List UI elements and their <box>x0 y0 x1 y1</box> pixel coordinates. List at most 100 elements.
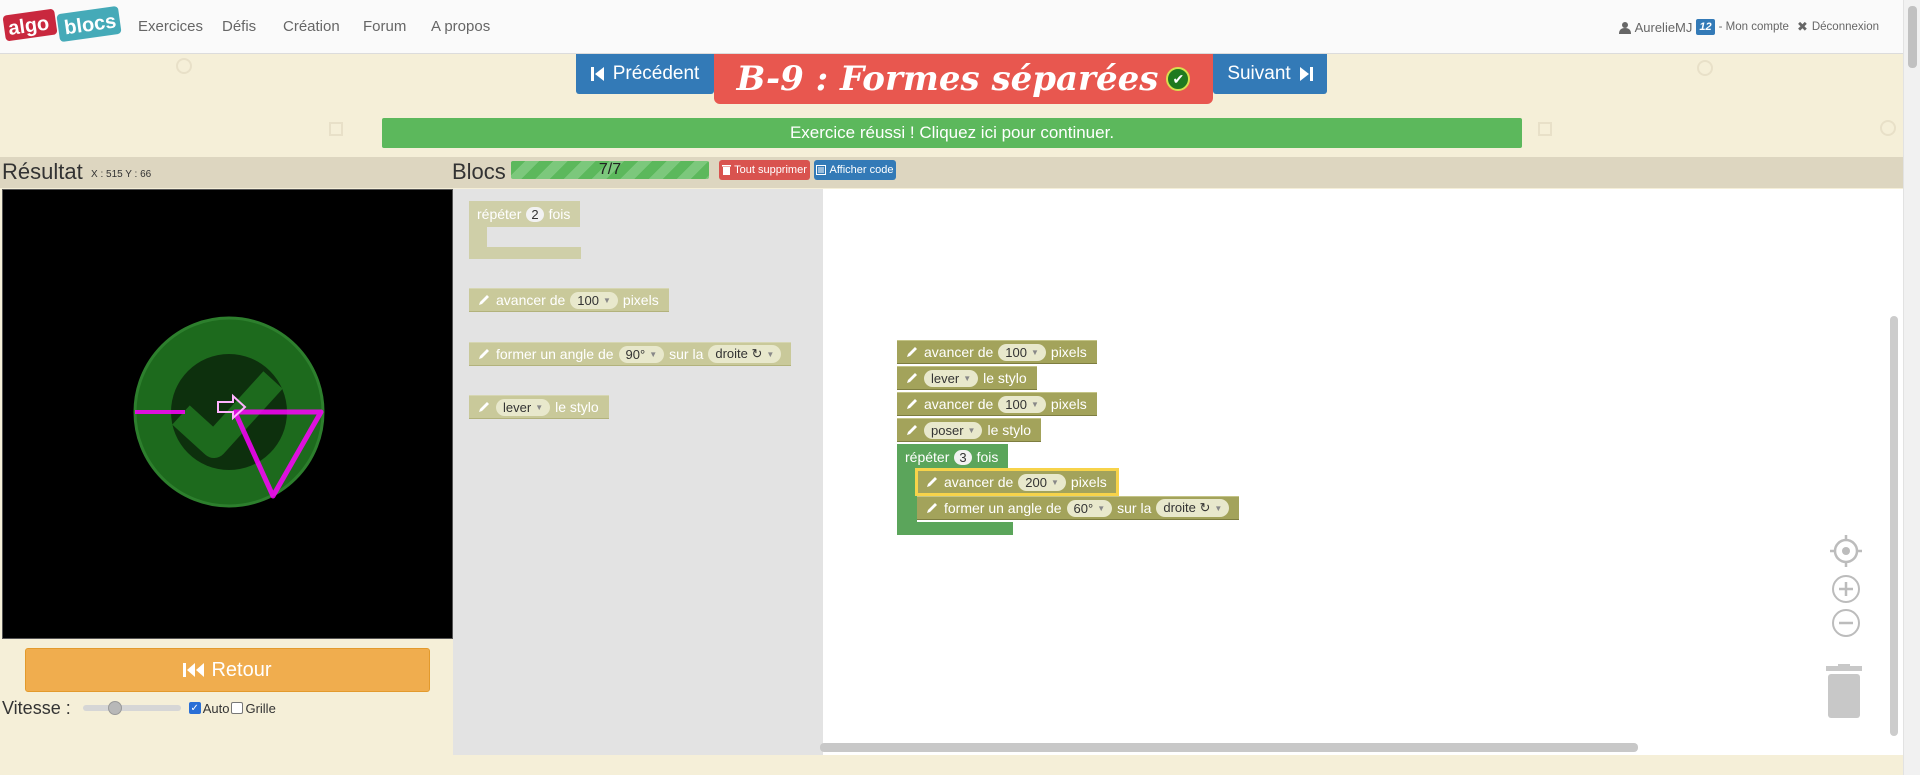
pencil-icon <box>907 373 917 383</box>
previous-button[interactable]: Précédent <box>576 54 714 94</box>
result-title: Résultat <box>2 159 83 184</box>
blocks-title: Blocs <box>452 159 506 184</box>
repeat-suffix: fois <box>548 206 571 222</box>
program-forward-block-2[interactable]: avancer de 100 ▼ pixels <box>897 392 1097 416</box>
toolbox-repeat-block[interactable]: répéter 2 fois <box>469 201 581 227</box>
exercise-title-text: B-9 : Formes séparées <box>736 59 1159 99</box>
username[interactable]: AurelieMJ <box>1635 20 1693 35</box>
grid-label: Grille <box>245 700 276 716</box>
forward-value[interactable]: 100 ▼ <box>570 291 618 309</box>
turn-angle[interactable]: 90° ▼ <box>618 345 665 363</box>
repeat-count[interactable]: 2 <box>526 206 544 222</box>
next-button[interactable]: Suivant <box>1213 54 1327 94</box>
trash-icon <box>722 165 732 175</box>
show-code-button[interactable]: Afficher code <box>814 160 896 180</box>
toolbox-turn-block[interactable]: former un angle de 90° ▼ sur la droite ↻ ▼ <box>469 342 792 366</box>
pencil-icon <box>907 347 917 357</box>
turn-angle[interactable]: 60° ▼ <box>1066 499 1113 517</box>
pencil-icon <box>479 349 489 359</box>
workspace-vertical-scrollbar[interactable] <box>1890 316 1898 736</box>
check-badge-icon: ✔ <box>1166 67 1191 91</box>
delete-all-button[interactable]: Tout supprimer <box>719 160 810 180</box>
pen-state-text: lever <box>503 399 532 415</box>
forward-unit: pixels <box>622 292 659 308</box>
program-repeat-footer <box>897 522 1013 535</box>
grid-checkbox-box[interactable] <box>231 702 244 714</box>
retour-button[interactable]: Retour <box>25 648 430 692</box>
forward-value[interactable]: 100 ▼ <box>998 343 1046 361</box>
dropdown-arrow-icon: ▼ <box>967 425 976 435</box>
grid-checkbox[interactable]: Grille <box>231 700 276 716</box>
account-link[interactable]: - Mon compte <box>1719 21 1789 33</box>
skip-forward-icon <box>1299 67 1313 81</box>
toolbox-forward-block[interactable]: avancer de 100 ▼ pixels <box>469 288 669 312</box>
dropdown-arrow-icon: ▼ <box>535 402 544 412</box>
forward-label: avancer de <box>924 396 994 412</box>
program-pen-up-block[interactable]: lever ▼ le stylo <box>897 366 1037 390</box>
user-icon <box>1618 21 1631 34</box>
algoblocs-logo[interactable]: algo blocs <box>2 4 124 48</box>
program-forward-block-3[interactable]: avancer de 200 ▼ pixels <box>915 468 1119 496</box>
blocks-progress-label: 7/7 <box>598 161 622 178</box>
pen-label: le stylo <box>983 370 1027 386</box>
pen-state[interactable]: lever ▼ <box>924 369 979 387</box>
bg-circle <box>1880 120 1896 136</box>
auto-checkbox-box[interactable]: ✓ <box>188 702 201 714</box>
turn-direction[interactable]: droite ↻ ▼ <box>1156 499 1230 517</box>
toolbox-pen-block[interactable]: lever ▼ le stylo <box>469 395 609 419</box>
speed-slider[interactable] <box>82 701 181 715</box>
dropdown-arrow-icon: ▼ <box>1030 399 1039 409</box>
forward-unit: pixels <box>1070 474 1107 490</box>
dropdown-arrow-icon: ▼ <box>766 349 775 359</box>
blocks-toolbox: répéter 2 fois avancer de 100 ▼ pixels fo… <box>453 189 823 755</box>
recenter-icon[interactable] <box>1829 534 1863 568</box>
turn-direction[interactable]: droite ↻ ▼ <box>708 345 782 363</box>
exercise-title: B-9 : Formes séparées ✔ <box>714 54 1213 104</box>
program-repeat-block[interactable]: répéter 3 fois <box>897 444 1009 470</box>
previous-label: Précédent <box>612 63 700 84</box>
nav-defis[interactable]: Défis <box>222 18 256 35</box>
program-turn-block[interactable]: former un angle de 60° ▼ sur la droite ↻ ▼ <box>917 496 1240 520</box>
success-banner[interactable]: Exercice réussi ! Cliquez ici pour conti… <box>382 118 1522 148</box>
program-pen-down-block[interactable]: poser ▼ le stylo <box>897 418 1042 442</box>
logout-link[interactable]: Déconnexion <box>1812 21 1879 33</box>
pen-state[interactable]: lever ▼ <box>496 398 551 416</box>
forward-value[interactable]: 100 ▼ <box>998 395 1046 413</box>
forward-value-text: 200 <box>1025 474 1047 490</box>
speed-slider-knob[interactable] <box>107 701 122 715</box>
bg-circle <box>1697 60 1713 76</box>
turn-direction-text: droite ↻ <box>1163 500 1211 515</box>
pen-label: le stylo <box>987 422 1032 438</box>
delete-all-label: Tout supprimer <box>734 164 807 176</box>
nav-creation[interactable]: Création <box>283 18 340 35</box>
forward-value[interactable]: 200 ▼ <box>1018 473 1066 491</box>
nav-a-propos[interactable]: A propos <box>431 18 490 35</box>
result-canvas[interactable] <box>2 189 453 639</box>
blocks-workspace[interactable]: avancer de 100 ▼ pixels lever ▼ le stylo a… <box>823 189 1903 755</box>
auto-checkbox[interactable]: ✓ Auto <box>188 701 229 716</box>
program-forward-block-1[interactable]: avancer de 100 ▼ pixels <box>897 340 1097 364</box>
retour-label: Retour <box>211 658 272 681</box>
turn-mid: sur la <box>669 346 704 362</box>
page-scrollbar-thumb[interactable] <box>1908 6 1917 68</box>
pen-label: le stylo <box>555 399 599 415</box>
trash-icon[interactable] <box>1823 664 1865 720</box>
pen-state[interactable]: poser ▼ <box>924 421 983 439</box>
top-navbar: algo blocs Exercices Défis Création Foru… <box>0 0 1905 54</box>
dropdown-arrow-icon: ▼ <box>1097 503 1106 513</box>
pencil-icon <box>907 399 917 409</box>
nav-exercices[interactable]: Exercices <box>138 18 203 35</box>
code-list-icon <box>816 165 827 175</box>
speed-label: Vitesse : <box>2 697 71 718</box>
turn-mid: sur la <box>1117 500 1152 516</box>
repeat-count[interactable]: 3 <box>954 449 972 465</box>
zoom-out-icon[interactable] <box>1831 608 1861 638</box>
turn-label: former un angle de <box>496 346 614 362</box>
repeat-label: répéter <box>905 449 950 465</box>
page-scrollbar[interactable] <box>1903 0 1920 775</box>
pencil-icon <box>927 503 937 513</box>
nav-forum[interactable]: Forum <box>363 18 406 35</box>
workspace-horizontal-scrollbar[interactable] <box>820 743 1638 752</box>
zoom-in-icon[interactable] <box>1831 574 1861 604</box>
forward-label: avancer de <box>496 292 566 308</box>
